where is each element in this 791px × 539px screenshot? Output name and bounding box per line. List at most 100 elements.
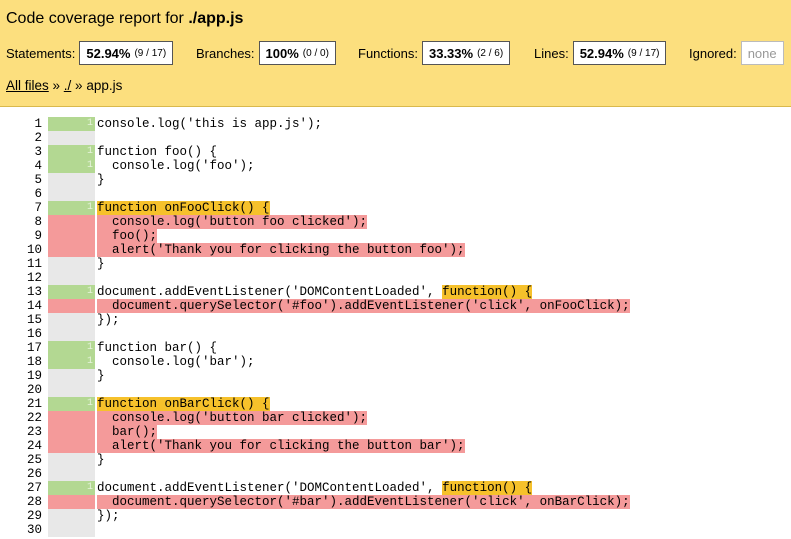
line-number[interactable]: 19 xyxy=(0,369,42,383)
source-code: console.log('button bar clicked'); xyxy=(97,411,368,425)
code-line: 17 1 function bar() { xyxy=(0,341,791,355)
line-number[interactable]: 24 xyxy=(0,439,42,453)
line-number[interactable]: 22 xyxy=(0,411,42,425)
hit-count xyxy=(48,523,95,537)
hit-count xyxy=(48,467,95,481)
code-segment: console.log('this is app.js'); xyxy=(97,117,323,131)
source-code: } xyxy=(97,173,105,187)
hit-count xyxy=(48,383,95,397)
code-line: 8 console.log('button foo clicked'); xyxy=(0,215,791,229)
code-line: 1 1 console.log('this is app.js'); xyxy=(0,117,791,131)
stat-ignored: Ignored: none xyxy=(689,40,784,66)
report-header: Code coverage report for ./app.js Statem… xyxy=(0,0,791,107)
code-line: 20 xyxy=(0,383,791,397)
stat-lines: Lines: 52.94% (9 / 17) xyxy=(534,40,667,66)
code-line: 5} xyxy=(0,173,791,187)
line-number[interactable]: 16 xyxy=(0,327,42,341)
source-code: document.addEventListener('DOMContentLoa… xyxy=(97,285,533,299)
uncovered-function: function onFooClick() { xyxy=(97,201,270,215)
hit-count xyxy=(48,425,95,439)
hit-count xyxy=(48,411,95,425)
line-number[interactable]: 23 xyxy=(0,425,42,439)
line-number[interactable]: 5 xyxy=(0,173,42,187)
line-number[interactable]: 26 xyxy=(0,467,42,481)
stat-percent: 100% xyxy=(265,45,299,61)
stat-label: Lines: xyxy=(534,45,569,61)
source-code: document.querySelector('#foo').addEventL… xyxy=(97,299,630,313)
line-number[interactable]: 14 xyxy=(0,299,42,313)
code-line: 16 xyxy=(0,327,791,341)
line-number[interactable]: 30 xyxy=(0,523,42,537)
stat-label: Branches: xyxy=(196,45,255,61)
line-number[interactable]: 12 xyxy=(0,271,42,285)
source-code: alert('Thank you for clicking the button… xyxy=(97,439,465,453)
hit-count xyxy=(48,495,95,509)
line-number[interactable]: 28 xyxy=(0,495,42,509)
stat-label: Ignored: xyxy=(689,45,737,61)
code-line: 30 xyxy=(0,523,791,537)
line-number[interactable]: 29 xyxy=(0,509,42,523)
stat-functions: Functions: 33.33% (2 / 6) xyxy=(358,40,511,66)
line-number[interactable]: 10 xyxy=(0,243,42,257)
code-line: 22 console.log('button bar clicked'); xyxy=(0,411,791,425)
stat-percent: 33.33% xyxy=(428,45,474,61)
source-code: document.addEventListener('DOMContentLoa… xyxy=(97,481,533,495)
code-line: 11} xyxy=(0,257,791,271)
code-segment: console.log('bar'); xyxy=(97,355,255,369)
code-line: 21 1 function onBarClick() { xyxy=(0,397,791,411)
source-code: } xyxy=(97,453,105,467)
line-number[interactable]: 6 xyxy=(0,187,42,201)
stat-percent: 52.94% xyxy=(86,45,131,61)
source-code: function onBarClick() { xyxy=(97,397,270,411)
code-line: 10 alert('Thank you for clicking the but… xyxy=(0,243,791,257)
hit-count xyxy=(48,327,95,341)
source-code: }); xyxy=(97,313,120,327)
hit-count: 1 xyxy=(48,397,95,411)
hit-count xyxy=(48,453,95,467)
stat-value-box: none xyxy=(740,41,784,65)
line-number[interactable]: 15 xyxy=(0,313,42,327)
line-number[interactable]: 20 xyxy=(0,383,42,397)
line-number[interactable]: 18 xyxy=(0,355,42,369)
code-line: 7 1 function onFooClick() { xyxy=(0,201,791,215)
hit-count: 1 xyxy=(48,159,95,173)
line-number[interactable]: 7 xyxy=(0,201,42,215)
uncovered-statement: document.querySelector('#foo').addEventL… xyxy=(97,299,630,313)
line-number[interactable]: 17 xyxy=(0,341,42,355)
line-number[interactable]: 8 xyxy=(0,215,42,229)
stat-value-box: 52.94% (9 / 17) xyxy=(79,41,174,65)
source-code: } xyxy=(97,369,105,383)
breadcrumb-current-file: app.js xyxy=(86,78,123,93)
code-segment: } xyxy=(97,453,105,467)
line-number[interactable]: 11 xyxy=(0,257,42,271)
line-number[interactable]: 4 xyxy=(0,159,42,173)
source-code: alert('Thank you for clicking the button… xyxy=(97,243,465,257)
line-number[interactable]: 1 xyxy=(0,117,42,131)
uncovered-statement: alert('Thank you for clicking the button… xyxy=(97,439,465,453)
code-line: 9 foo(); xyxy=(0,229,791,243)
code-line: 41 console.log('foo'); xyxy=(0,159,791,173)
coverage-summary: Statements: 52.94% (9 / 17) Branches: 10… xyxy=(6,40,785,66)
line-number[interactable]: 27 xyxy=(0,481,42,495)
line-number[interactable]: 13 xyxy=(0,285,42,299)
hit-count xyxy=(48,299,95,313)
line-number[interactable]: 25 xyxy=(0,453,42,467)
line-number[interactable]: 2 xyxy=(0,131,42,145)
source-code: function bar() { xyxy=(97,341,217,355)
line-number[interactable]: 21 xyxy=(0,397,42,411)
hit-count: 1 xyxy=(48,341,95,355)
breadcrumb-all-files-link[interactable]: All files xyxy=(6,78,49,93)
code-line: 6 xyxy=(0,187,791,201)
hit-count xyxy=(48,439,95,453)
stat-fraction: (0 / 0) xyxy=(302,47,329,59)
code-segment: }); xyxy=(97,509,120,523)
stat-label: Statements: xyxy=(6,45,76,61)
stat-value-box: 52.94% (9 / 17) xyxy=(572,41,667,65)
uncovered-statement: console.log('button bar clicked'); xyxy=(97,411,368,425)
source-code: console.log('button foo clicked'); xyxy=(97,215,368,229)
stat-statements: Statements: 52.94% (9 / 17) xyxy=(6,40,174,66)
line-number[interactable]: 9 xyxy=(0,229,42,243)
code-line: 23 bar(); xyxy=(0,425,791,439)
stat-fraction: (9 / 17) xyxy=(627,47,660,59)
line-number[interactable]: 3 xyxy=(0,145,42,159)
